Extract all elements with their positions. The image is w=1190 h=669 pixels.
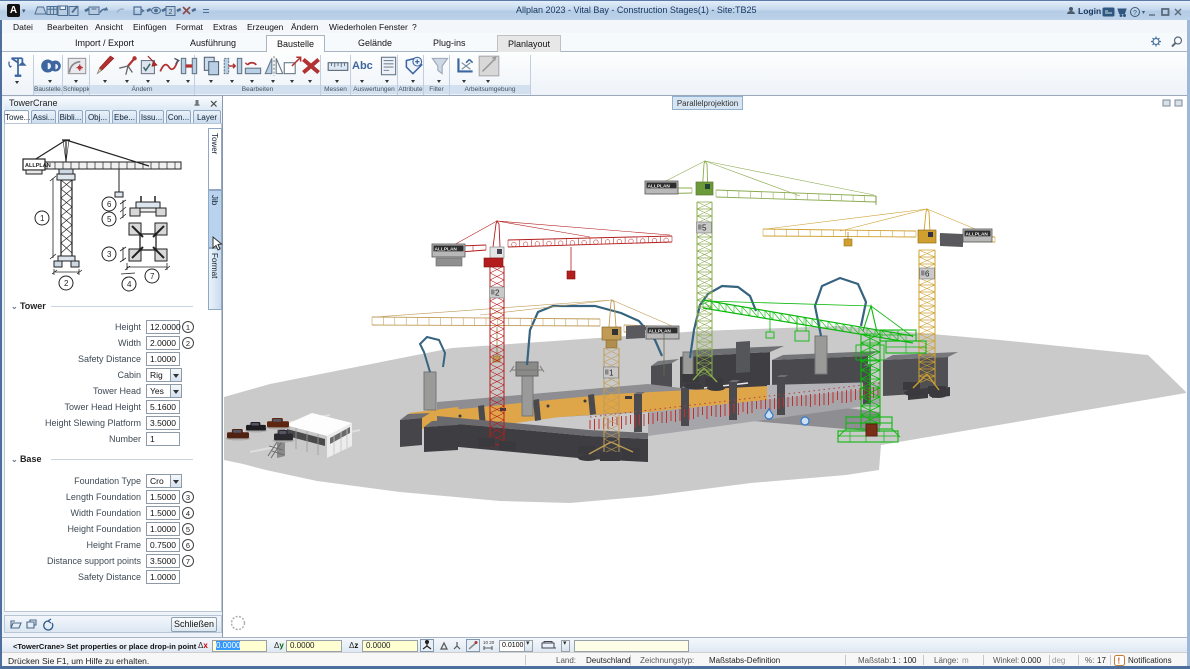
- svg-text:5: 5: [702, 224, 707, 233]
- svg-text:10 20: 10 20: [483, 640, 495, 645]
- svg-text:?: ?: [1133, 10, 1137, 17]
- svg-text:▾: ▾: [1142, 10, 1145, 16]
- svg-text:4: 4: [127, 280, 132, 289]
- svg-text:6: 6: [107, 200, 112, 209]
- svg-text:5: 5: [107, 215, 112, 224]
- svg-text:2: 2: [495, 289, 500, 298]
- svg-text:6: 6: [925, 270, 930, 279]
- svg-text:!: !: [1118, 657, 1121, 666]
- svg-text:ALLPLAN: ALLPLAN: [25, 163, 51, 169]
- svg-text:2: 2: [169, 9, 173, 16]
- svg-text:1: 1: [40, 214, 45, 223]
- svg-text:2: 2: [64, 279, 69, 288]
- svg-text:1: 1: [609, 369, 614, 378]
- svg-text:Login: Login: [1078, 6, 1101, 16]
- svg-text:ALLPLAN: ALLPLAN: [435, 247, 458, 253]
- svg-text:ALLPLAN: ALLPLAN: [648, 184, 671, 190]
- svg-text:3: 3: [107, 250, 112, 259]
- svg-text:ALLPLAN: ALLPLAN: [649, 329, 672, 335]
- svg-text:ALLPLAN: ALLPLAN: [966, 232, 989, 238]
- svg-text:7: 7: [150, 272, 155, 281]
